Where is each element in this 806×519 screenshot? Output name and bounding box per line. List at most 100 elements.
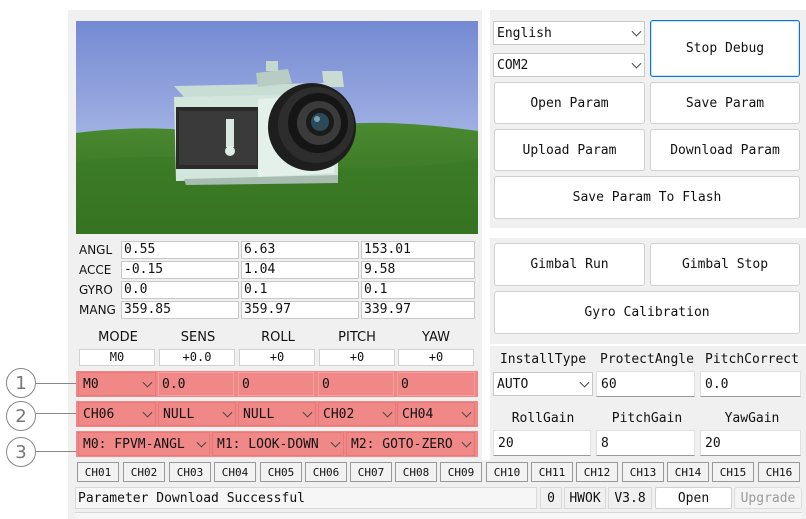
save-param-to-flash-button[interactable]: Save Param To Flash <box>494 176 800 219</box>
sensor-row-label: ACCE <box>79 263 112 277</box>
status-message: Parameter Download Successful <box>75 487 537 509</box>
save-param-button[interactable]: Save Param <box>650 82 800 124</box>
camera-model-scene <box>76 21 478 234</box>
channel-button-09[interactable]: CH09 <box>440 462 482 482</box>
header-mode: MODE <box>98 330 138 345</box>
channel-select-roll[interactable]: NULL <box>238 402 316 426</box>
upgrade-button[interactable]: Upgrade <box>734 487 802 509</box>
roll-input[interactable]: 0 <box>238 372 314 396</box>
channel-select-value: CH02 <box>323 406 355 422</box>
channel-button-15[interactable]: CH15 <box>712 462 754 482</box>
sensor-cell: 153.01 <box>361 241 475 259</box>
status-count: 0 <box>540 487 562 509</box>
mode-preset-select-0[interactable]: M0: FPVM-ANGL <box>78 432 210 456</box>
mode-select[interactable]: M0 <box>78 372 156 396</box>
sensor-cell: 6.63 <box>241 241 359 259</box>
gyro-calibration-button[interactable]: Gyro Calibration <box>494 291 800 334</box>
camera-lens <box>268 83 356 171</box>
chevron-down-icon <box>461 407 472 418</box>
channel-button-03[interactable]: CH03 <box>169 462 211 482</box>
mode-preset-value: M0: FPVM-ANGL <box>83 436 185 452</box>
channel-button-14[interactable]: CH14 <box>667 462 709 482</box>
status-sens: +0.0 <box>159 349 235 366</box>
port-select-value: COM2 <box>497 57 529 73</box>
channel-button-12[interactable]: CH12 <box>576 462 618 482</box>
channel-button-16[interactable]: CH16 <box>758 462 800 482</box>
mode-preset-select-1[interactable]: M1: LOOK-DOWN <box>212 432 344 456</box>
header-pitch: PITCH <box>338 330 376 345</box>
open-param-button[interactable]: Open Param <box>494 82 645 124</box>
gimbal-run-button[interactable]: Gimbal Run <box>494 243 645 286</box>
yaw-input[interactable]: 0 <box>397 372 475 396</box>
callout-line <box>36 383 76 384</box>
chevron-down-icon <box>631 26 642 37</box>
channel-button-11[interactable]: CH11 <box>531 462 573 482</box>
roll-gain-label: RollGain <box>511 411 575 426</box>
protect-angle-label: ProtectAngle <box>600 352 694 367</box>
sensor-cell: 339.97 <box>361 301 475 319</box>
chevron-down-icon <box>142 407 153 418</box>
channel-select-sens[interactable]: NULL <box>158 402 236 426</box>
callout-line <box>36 451 76 452</box>
status-yaw: +0 <box>398 349 474 366</box>
pitch-input[interactable]: 0 <box>318 372 394 396</box>
protect-angle-input[interactable]: 60 <box>596 371 695 397</box>
header-yaw: YAW <box>422 330 450 345</box>
chevron-down-icon <box>302 407 313 418</box>
pitch-gain-label: PitchGain <box>611 411 683 426</box>
channel-button-13[interactable]: CH13 <box>622 462 664 482</box>
download-param-button[interactable]: Download Param <box>650 129 800 171</box>
channel-button-05[interactable]: CH05 <box>260 462 302 482</box>
gimbal-3d-view[interactable] <box>76 21 478 234</box>
channel-button-10[interactable]: CH10 <box>486 462 528 482</box>
channel-select-yaw[interactable]: CH04 <box>397 402 475 426</box>
gimbal-stop-button[interactable]: Gimbal Stop <box>650 243 800 286</box>
mode-preset-value: M1: LOOK-DOWN <box>217 436 319 452</box>
chevron-down-icon <box>142 377 153 388</box>
callout-line <box>36 413 76 414</box>
upload-param-button[interactable]: Upload Param <box>494 129 645 171</box>
sensor-row-label: MANG <box>79 303 116 317</box>
chevron-down-icon <box>382 407 393 418</box>
status-roll: +0 <box>239 349 315 366</box>
header-sens: SENS <box>180 330 216 345</box>
sensor-cell: 0.1 <box>241 281 359 299</box>
roll-gain-input[interactable]: 20 <box>493 430 591 456</box>
mode-preset-select-2[interactable]: M2: GOTO-ZERO <box>346 432 475 456</box>
channel-button-01[interactable]: CH01 <box>77 462 119 482</box>
sensor-cell: -0.15 <box>121 261 239 279</box>
chevron-down-icon <box>222 407 233 418</box>
chevron-down-icon <box>579 377 590 388</box>
channel-select-value: NULL <box>163 406 195 422</box>
status-pitch: +0 <box>319 349 395 366</box>
install-type-label: InstallType <box>499 352 587 367</box>
open-port-button[interactable]: Open <box>655 487 732 509</box>
callout-marker-3: 3 <box>6 437 36 467</box>
sensor-table: ANGL ACCE GYRO MANG 0.55 6.63 153.01 -0.… <box>76 238 478 322</box>
channel-button-02[interactable]: CH02 <box>123 462 165 482</box>
stop-debug-button[interactable]: Stop Debug <box>650 20 800 77</box>
pitch-gain-input[interactable]: 8 <box>596 430 695 456</box>
channel-select-value: CH06 <box>83 406 115 422</box>
port-select[interactable]: COM2 <box>493 53 645 77</box>
pitch-correct-input[interactable]: 0.0 <box>700 371 801 397</box>
channel-select-value: NULL <box>243 406 275 422</box>
chevron-down-icon <box>631 58 642 69</box>
sensor-cell: 9.58 <box>361 261 475 279</box>
channel-button-04[interactable]: CH04 <box>214 462 256 482</box>
channel-select-mode[interactable]: CH06 <box>78 402 156 426</box>
sens-input[interactable]: 0.0 <box>158 372 234 396</box>
mode-preset-value: M2: GOTO-ZERO <box>351 436 453 452</box>
sensor-cell: 1.04 <box>241 261 359 279</box>
channel-button-07[interactable]: CH07 <box>350 462 392 482</box>
channel-select-pitch[interactable]: CH02 <box>318 402 396 426</box>
sensor-row-label: GYRO <box>79 283 113 297</box>
channel-button-06[interactable]: CH06 <box>305 462 347 482</box>
chevron-down-icon <box>461 437 472 448</box>
channel-select-value: CH04 <box>402 406 434 422</box>
install-type-select[interactable]: AUTO <box>493 372 593 396</box>
channel-button-08[interactable]: CH08 <box>395 462 437 482</box>
callout-marker-2: 2 <box>6 401 36 431</box>
language-select[interactable]: English <box>493 21 645 45</box>
yaw-gain-input[interactable]: 20 <box>700 430 801 456</box>
